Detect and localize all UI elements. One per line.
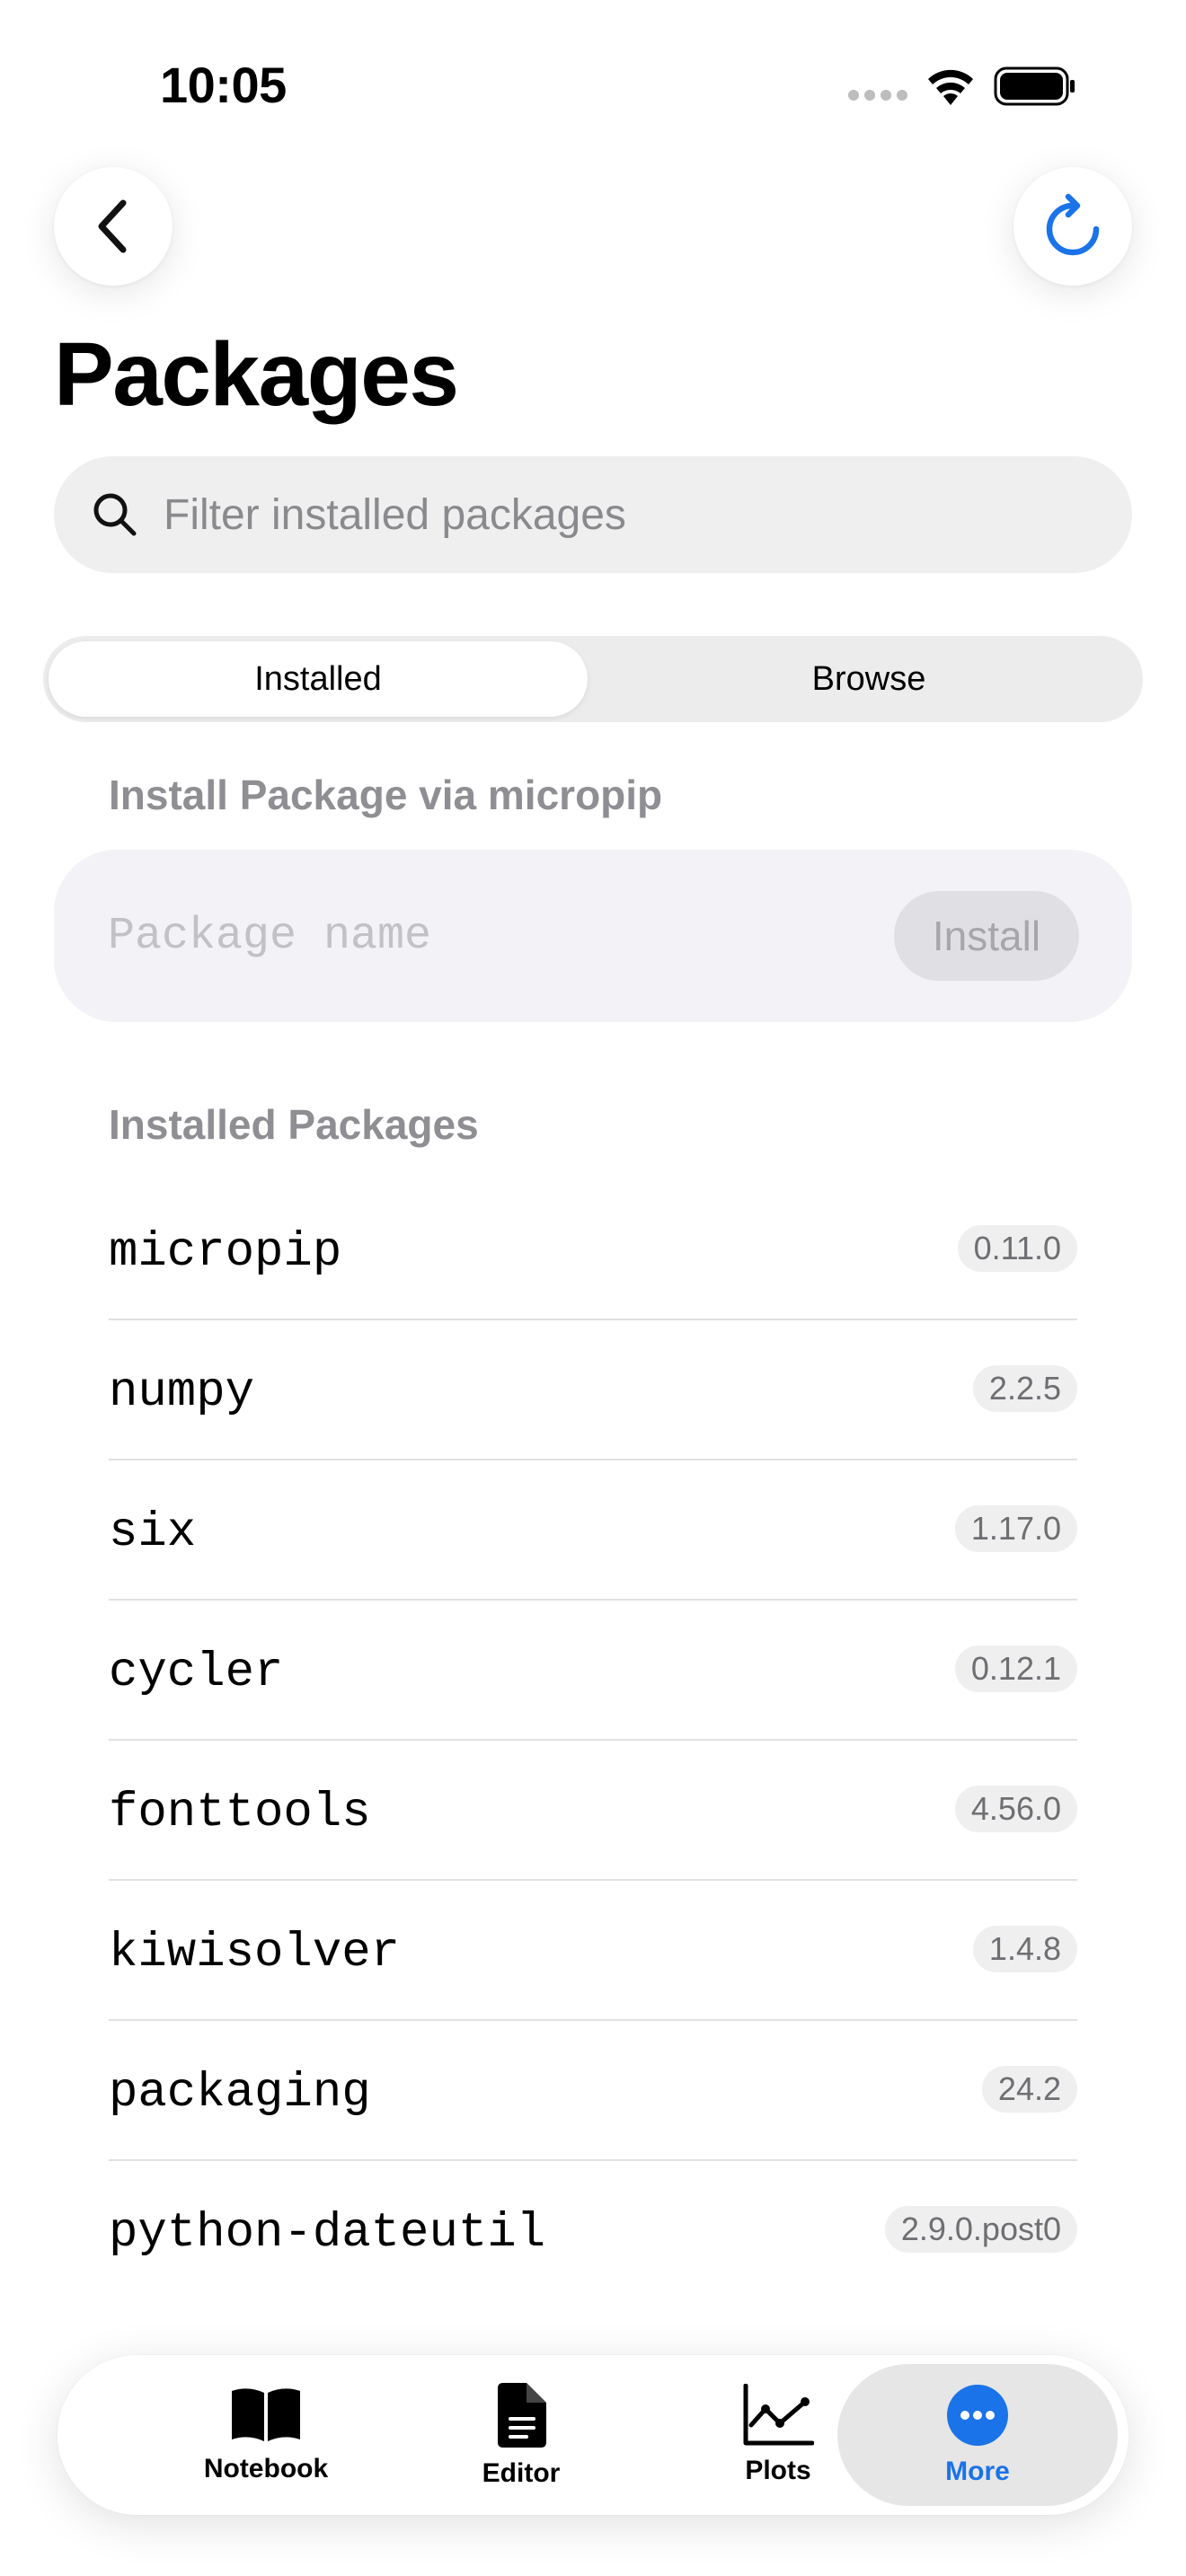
package-name: packaging: [109, 2066, 371, 2121]
back-button[interactable]: [54, 167, 173, 286]
search-bar[interactable]: [54, 456, 1132, 573]
battery-icon: [994, 66, 1076, 107]
package-version-badge: 2.2.5: [972, 1365, 1077, 1412]
package-row[interactable]: cycler 0.12.1: [109, 1601, 1077, 1741]
refresh-icon: [1046, 193, 1100, 256]
segment-installed[interactable]: Installed: [49, 641, 588, 717]
package-name: python-dateutil: [109, 2206, 546, 2261]
packages-screen: 10:05 Packages Filter installed packages…: [0, 0, 1186, 2576]
tab-plots-label: Plots: [745, 2456, 811, 2485]
package-row[interactable]: python-dateutil 2.9.0.post0: [109, 2161, 1077, 2301]
package-row[interactable]: numpy 2.2.5: [109, 1320, 1077, 1460]
segmented-control: Installed Browse: [43, 636, 1143, 722]
refresh-button[interactable]: [1013, 167, 1132, 286]
package-list: micropip 0.11.0 numpy 2.2.5 six 1.17.0 c…: [109, 1180, 1077, 2301]
package-version-badge: 1.17.0: [954, 1505, 1077, 1552]
package-name: fonttools: [109, 1786, 371, 1840]
document-icon: [498, 2383, 546, 2448]
package-row[interactable]: fonttools 4.56.0: [109, 1741, 1077, 1881]
status-indicators: [848, 65, 1076, 108]
search-input[interactable]: [164, 490, 1062, 540]
package-row[interactable]: kiwisolver 1.4.8: [109, 1881, 1077, 2021]
segment-browse[interactable]: Browse: [600, 641, 1137, 717]
package-name-input[interactable]: [108, 904, 827, 968]
package-version-badge: 4.56.0: [954, 1786, 1077, 1832]
page-title: Packages: [54, 324, 459, 425]
package-version-badge: 0.11.0: [957, 1225, 1077, 1272]
package-row[interactable]: six 1.17.0: [109, 1460, 1077, 1601]
tab-more[interactable]: More: [852, 2355, 1103, 2515]
ellipsis-circle-icon: [947, 2385, 1008, 2446]
tab-notebook-label: Notebook: [203, 2454, 329, 2483]
package-name: kiwisolver: [109, 1926, 401, 1981]
install-section-label: Install Package via micropip: [109, 772, 663, 818]
install-card: Install: [54, 850, 1132, 1022]
book-icon: [232, 2388, 300, 2441]
status-time: 10:05: [160, 57, 287, 113]
install-button[interactable]: Install: [894, 891, 1079, 981]
package-version-badge: 1.4.8: [972, 1926, 1077, 1972]
cellular-signal-icon: [848, 90, 907, 101]
wifi-icon: [924, 66, 978, 107]
search-icon: [93, 493, 137, 536]
tab-bar: Notebook Editor Plots More: [58, 2355, 1128, 2515]
chevron-left-icon: [98, 199, 127, 253]
installed-section-label: Installed Packages: [109, 1101, 479, 1148]
package-version-badge: 0.12.1: [954, 1645, 1077, 1692]
package-name: numpy: [109, 1365, 255, 1420]
tab-editor-label: Editor: [482, 2458, 561, 2488]
package-name: six: [109, 1505, 197, 1560]
package-name: cycler: [109, 1645, 284, 1700]
package-version-badge: 24.2: [981, 2066, 1077, 2113]
package-row[interactable]: packaging 24.2: [109, 2021, 1077, 2161]
package-row[interactable]: micropip 0.11.0: [109, 1180, 1077, 1320]
tab-editor[interactable]: Editor: [395, 2355, 647, 2515]
tab-more-label: More: [945, 2457, 1010, 2486]
package-version-badge: 2.9.0.post0: [884, 2206, 1077, 2253]
line-chart-icon: [743, 2384, 814, 2446]
package-name: micropip: [109, 1225, 342, 1280]
tab-notebook[interactable]: Notebook: [140, 2355, 392, 2515]
